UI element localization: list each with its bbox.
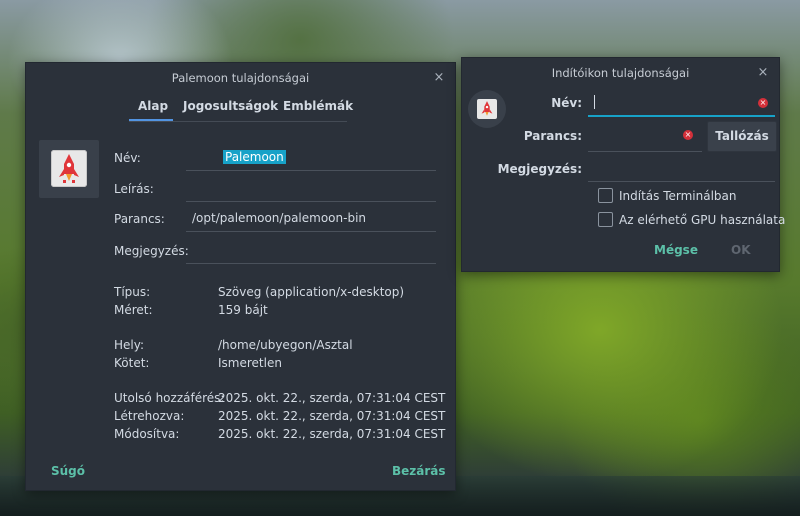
command-label: Parancs: (114, 212, 165, 226)
name-label: Név: (114, 151, 141, 165)
launcher-comment-label: Megjegyzés: (497, 162, 582, 176)
run-in-terminal-label[interactable]: Indítás Terminálban (619, 189, 737, 203)
tab-emblems[interactable]: Emblémák (283, 99, 353, 113)
modified-value: 2025. okt. 22., szerda, 07:31:04 CEST (218, 427, 446, 441)
properties-tabs: Alap Jogosultságok Emblémák (26, 99, 455, 123)
launcher-title: Indítóikon tulajdonságai (551, 66, 690, 80)
name-value: Palemoon (223, 150, 286, 164)
use-gpu-label[interactable]: Az elérhető GPU használata (619, 213, 785, 227)
name-field-underline (186, 170, 436, 171)
created-label: Létrehozva: (114, 409, 185, 423)
volume-value: Ismeretlen (218, 356, 282, 370)
type-value: Szöveg (application/x-desktop) (218, 285, 405, 299)
name-field[interactable]: Palemoon (223, 150, 286, 164)
command-field-underline (186, 231, 436, 232)
close-icon[interactable]: × (431, 63, 447, 93)
browse-button[interactable]: Tallózás (707, 121, 777, 152)
clear-icon[interactable]: × (683, 130, 693, 140)
properties-dialog: Palemoon tulajdonságai × Alap Jogosultsá… (25, 62, 456, 491)
description-field-underline (186, 201, 436, 202)
close-icon[interactable]: × (755, 58, 771, 88)
tab-permissions[interactable]: Jogosultságok (183, 99, 278, 113)
run-in-terminal-checkbox[interactable] (598, 188, 613, 203)
type-label: Típus: (114, 285, 151, 299)
properties-titlebar: Palemoon tulajdonságai × (26, 63, 455, 93)
launcher-name-underline (588, 115, 775, 117)
properties-title: Palemoon tulajdonságai (171, 71, 310, 85)
launcher-icon-button[interactable] (468, 90, 506, 128)
clear-icon[interactable]: × (758, 98, 768, 108)
launcher-titlebar: Indítóikon tulajdonságai × (462, 58, 779, 88)
size-value: 159 bájt (218, 303, 268, 317)
tab-basic[interactable]: Alap (138, 99, 168, 113)
launcher-comment-underline (588, 181, 775, 182)
launcher-command-underline (588, 151, 702, 152)
rocket-icon (51, 150, 87, 187)
app-icon-button[interactable] (39, 140, 99, 198)
location-label: Hely: (114, 338, 145, 352)
volume-label: Kötet: (114, 356, 150, 370)
launcher-name-label: Név: (551, 96, 582, 110)
rocket-icon (477, 99, 497, 119)
modified-label: Módosítva: (114, 427, 180, 441)
created-value: 2025. okt. 22., szerda, 07:31:04 CEST (218, 409, 446, 423)
accessed-label: Utolsó hozzáférés: (114, 391, 225, 405)
tabs-divider (129, 121, 347, 122)
size-label: Méret: (114, 303, 153, 317)
accessed-value: 2025. okt. 22., szerda, 07:31:04 CEST (218, 391, 446, 405)
close-button[interactable]: Bezárás (392, 464, 446, 478)
text-cursor (594, 95, 595, 109)
launcher-dialog: Indítóikon tulajdonságai × Név: × Paranc… (461, 57, 785, 272)
use-gpu-checkbox[interactable] (598, 212, 613, 227)
description-label: Leírás: (114, 182, 154, 196)
command-field[interactable]: /opt/palemoon/palemoon-bin (192, 211, 366, 225)
ok-button[interactable]: OK (731, 243, 751, 257)
help-button[interactable]: Súgó (51, 464, 85, 478)
launcher-command-label: Parancs: (523, 129, 582, 143)
comment-label: Megjegyzés: (114, 244, 189, 258)
cancel-button[interactable]: Mégse (654, 243, 698, 257)
comment-field-underline (186, 263, 436, 264)
location-value: /home/ubyegon/Asztal (218, 338, 353, 352)
